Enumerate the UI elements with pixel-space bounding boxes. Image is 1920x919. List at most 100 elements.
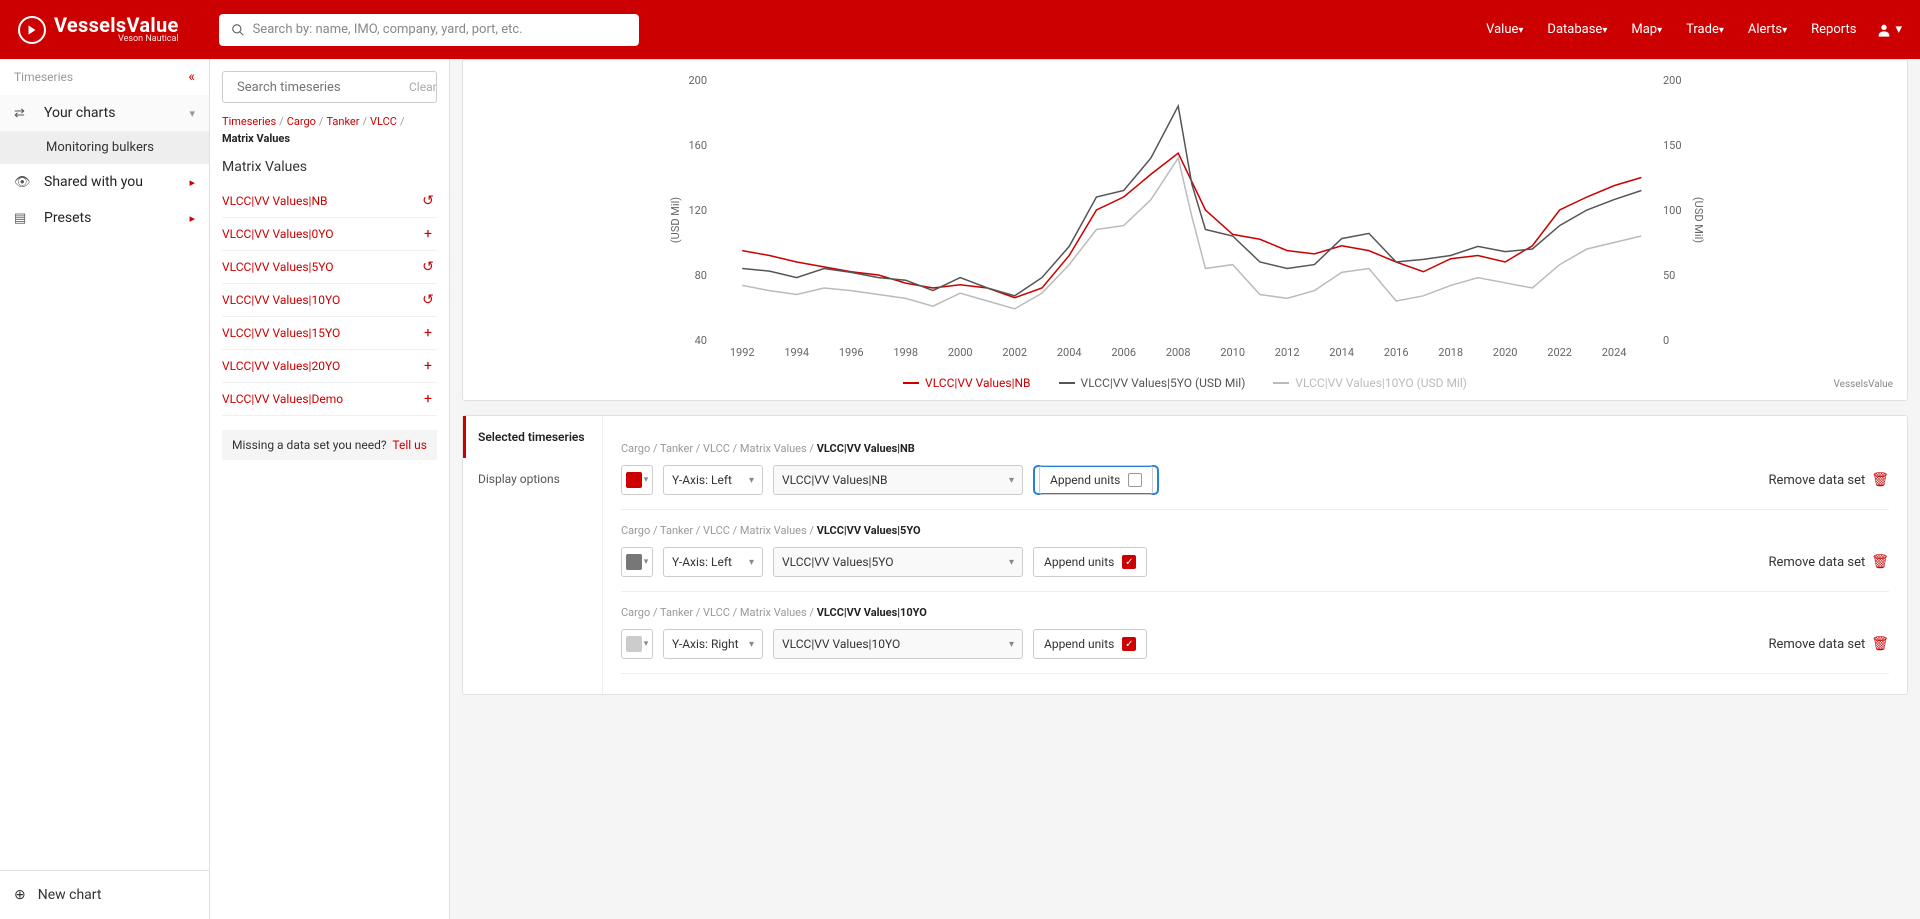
collapse-nav-icon[interactable]: « — [188, 69, 195, 85]
add-icon[interactable]: + — [419, 325, 437, 341]
svg-text:2010: 2010 — [1220, 346, 1245, 359]
series-group-title: Matrix Values — [222, 159, 437, 175]
legend-item[interactable]: VLCC|VV Values|5YO (USD Mil) — [1059, 376, 1246, 390]
global-search[interactable] — [219, 14, 639, 46]
user-menu[interactable]: ▾ — [1876, 22, 1902, 38]
series-label-input[interactable]: VLCC|VV Values|10YO▾ — [773, 629, 1023, 659]
svg-text:120: 120 — [688, 204, 707, 217]
tell-us-link[interactable]: Tell us — [392, 438, 427, 452]
svg-text:1998: 1998 — [893, 346, 918, 359]
svg-text:0: 0 — [1663, 334, 1669, 347]
nav-presets[interactable]: ▤ Presets ▸ — [0, 200, 209, 236]
dataset-block: Cargo / Tanker / VLCC / Matrix Values / … — [621, 510, 1889, 592]
search-input[interactable] — [253, 22, 627, 37]
series-item[interactable]: VLCC|VV Values|0YO+ — [222, 218, 437, 251]
new-chart-button[interactable]: ⊕ New chart — [0, 870, 209, 919]
chevron-down-icon: ▾ — [189, 107, 195, 120]
breadcrumb-link[interactable]: Cargo — [287, 115, 316, 128]
series-item[interactable]: VLCC|VV Values|10YO↺ — [222, 284, 437, 317]
dataset-block: Cargo / Tanker / VLCC / Matrix Values / … — [621, 428, 1889, 510]
series-color-picker[interactable]: ▾ — [621, 629, 653, 659]
undo-icon[interactable]: ↺ — [419, 292, 437, 308]
series-search-input[interactable] — [237, 80, 403, 95]
svg-text:80: 80 — [695, 269, 707, 282]
series-color-picker[interactable]: ▾ — [621, 465, 653, 495]
series-breadcrumb: Timeseries/Cargo/Tanker/VLCC/ — [222, 115, 437, 128]
settings-tabs: Selected timeseries Display options — [463, 416, 603, 694]
y-axis-select[interactable]: Y-Axis: Right▾ — [663, 629, 763, 659]
add-icon[interactable]: + — [419, 226, 437, 242]
series-search[interactable]: Clear — [222, 71, 437, 103]
svg-text:2004: 2004 — [1057, 346, 1082, 359]
append-units-toggle[interactable]: Append units✓ — [1033, 629, 1147, 659]
settings-card: Selected timeseries Display options Carg… — [462, 415, 1908, 695]
side-nav: Timeseries « ⇄ Your charts ▾ Monitoring … — [0, 59, 210, 919]
nav-map[interactable]: Map▾ — [1631, 22, 1662, 37]
undo-icon[interactable]: ↺ — [419, 259, 437, 275]
user-icon — [1876, 22, 1892, 38]
svg-text:2008: 2008 — [1166, 346, 1191, 359]
svg-text:160: 160 — [688, 139, 707, 152]
nav-reports[interactable]: Reports — [1811, 22, 1856, 37]
tab-selected-timeseries[interactable]: Selected timeseries — [463, 416, 602, 458]
brand-sub: Veson Nautical — [54, 35, 179, 44]
series-item[interactable]: VLCC|VV Values|15YO+ — [222, 317, 437, 350]
breadcrumb-link[interactable]: Timeseries — [222, 115, 276, 128]
clear-button[interactable]: Clear — [409, 80, 437, 94]
breadcrumb-current: Matrix Values — [222, 132, 437, 145]
dataset-breadcrumb: Cargo / Tanker / VLCC / Matrix Values / … — [621, 606, 1889, 619]
brand-logo[interactable]: VesselsValue Veson Nautical — [18, 15, 179, 44]
nav-chart-item[interactable]: Monitoring bulkers — [0, 131, 209, 164]
trash-icon: 🗑 — [1871, 554, 1889, 570]
nav-alerts[interactable]: Alerts▾ — [1748, 22, 1787, 37]
svg-text:1994: 1994 — [784, 346, 809, 359]
add-icon[interactable]: + — [419, 358, 437, 374]
series-color-picker[interactable]: ▾ — [621, 547, 653, 577]
nav-your-charts[interactable]: ⇄ Your charts ▾ — [0, 95, 209, 131]
undo-icon[interactable]: ↺ — [419, 193, 437, 209]
add-icon[interactable]: + — [419, 391, 437, 407]
svg-text:2022: 2022 — [1547, 346, 1572, 359]
tab-display-options[interactable]: Display options — [463, 458, 602, 500]
remove-dataset-button[interactable]: Remove data set🗑 — [1768, 472, 1889, 488]
nav-trade[interactable]: Trade▾ — [1686, 22, 1724, 37]
svg-text:200: 200 — [1663, 74, 1682, 87]
eye-icon: 👁 — [14, 175, 32, 190]
dataset-breadcrumb: Cargo / Tanker / VLCC / Matrix Values / … — [621, 524, 1889, 537]
series-item[interactable]: VLCC|VV Values|5YO↺ — [222, 251, 437, 284]
breadcrumb-link[interactable]: VLCC — [370, 115, 397, 128]
y-axis-select[interactable]: Y-Axis: Left▾ — [663, 465, 763, 495]
series-label-input[interactable]: VLCC|VV Values|5YO▾ — [773, 547, 1023, 577]
top-nav: Value▾ Database▾ Map▾ Trade▾ Alerts▾ Reports — [1486, 22, 1856, 37]
nav-shared[interactable]: 👁 Shared with you ▸ — [0, 164, 209, 200]
breadcrumb-link[interactable]: Tanker — [326, 115, 359, 128]
main-content: 4080120160200050100150200199219941996199… — [450, 59, 1920, 919]
legend-item[interactable]: VLCC|VV Values|10YO (USD Mil) — [1273, 376, 1467, 390]
series-label-input[interactable]: VLCC|VV Values|NB▾ — [773, 465, 1023, 495]
nav-database[interactable]: Database▾ — [1547, 22, 1607, 37]
series-item[interactable]: VLCC|VV Values|NB↺ — [222, 185, 437, 218]
append-units-toggle[interactable]: Append units✓ — [1033, 547, 1147, 577]
brand-name: VesselsValue — [54, 15, 179, 35]
svg-text:2000: 2000 — [948, 346, 973, 359]
remove-dataset-button[interactable]: Remove data set🗑 — [1768, 554, 1889, 570]
chevron-right-icon: ▸ — [189, 176, 195, 189]
svg-text:2018: 2018 — [1438, 346, 1463, 359]
line-chart[interactable]: 4080120160200050100150200199219941996199… — [473, 70, 1897, 370]
y-axis-select[interactable]: Y-Axis: Left▾ — [663, 547, 763, 577]
chart-credit: VesselsValue — [1833, 379, 1893, 390]
remove-dataset-button[interactable]: Remove data set🗑 — [1768, 636, 1889, 652]
trash-icon: 🗑 — [1871, 636, 1889, 652]
svg-text:2012: 2012 — [1275, 346, 1300, 359]
series-item[interactable]: VLCC|VV Values|Demo+ — [222, 383, 437, 416]
svg-text:40: 40 — [695, 334, 707, 347]
search-icon — [231, 23, 245, 37]
svg-text:200: 200 — [688, 74, 707, 87]
svg-text:150: 150 — [1663, 139, 1682, 152]
series-item[interactable]: VLCC|VV Values|20YO+ — [222, 350, 437, 383]
side-nav-title: Timeseries — [14, 70, 73, 84]
dataset-breadcrumb: Cargo / Tanker / VLCC / Matrix Values / … — [621, 442, 1889, 455]
nav-value[interactable]: Value▾ — [1486, 22, 1523, 37]
legend-item[interactable]: VLCC|VV Values|NB — [903, 376, 1031, 390]
append-units-toggle[interactable]: Append units — [1033, 465, 1159, 495]
